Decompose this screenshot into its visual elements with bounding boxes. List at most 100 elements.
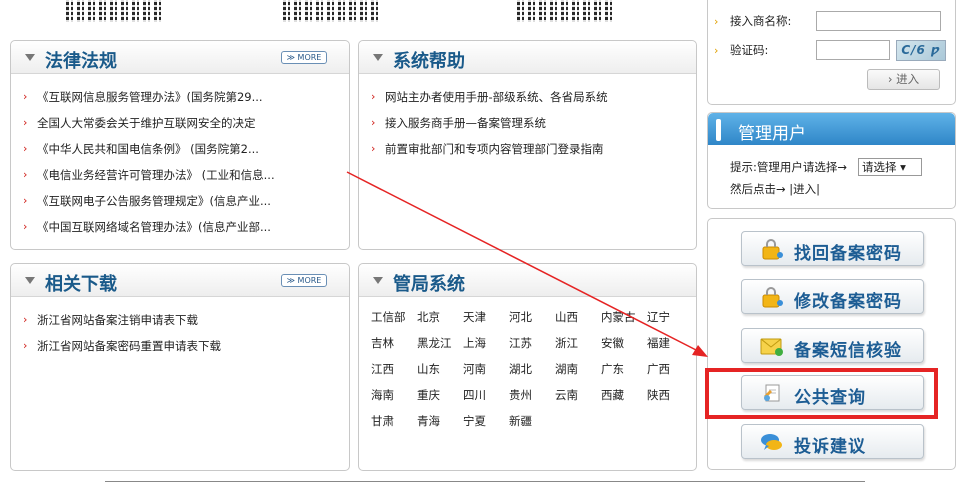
bullet-arrow-icon: ›: [371, 116, 376, 129]
collapse-triangle-icon: [25, 277, 35, 284]
highlight-box: [705, 368, 938, 419]
panel-header: 管局系统: [359, 264, 696, 297]
bureau-city-link[interactable]: 西藏: [601, 386, 647, 405]
list-item[interactable]: › 浙江省网站备案注销申请表下载: [23, 307, 349, 333]
sms-verify-button[interactable]: 备案短信核验: [741, 328, 924, 363]
service-buttons-box: 找回备案密码 修改备案密码 备案短信核验 公共查询 投诉建议: [707, 218, 956, 470]
button-label: 找回备案密码: [794, 244, 902, 264]
bureau-city-link[interactable]: 浙江: [555, 334, 601, 353]
bureau-city-link[interactable]: 河北: [509, 308, 555, 327]
list-item[interactable]: › 网站主办者使用手册-部级系统、各省局系统: [371, 84, 696, 110]
panel-header: 相关下载 ≫ MORE: [11, 264, 349, 297]
panel-header: 系统帮助: [359, 41, 696, 74]
captcha-input[interactable]: [816, 40, 890, 60]
bureau-city-link[interactable]: 安徽: [601, 334, 647, 353]
bureau-city-link[interactable]: 湖北: [509, 360, 555, 379]
bullet-arrow-icon: ›: [23, 194, 28, 207]
bureau-city-link[interactable]: 甘肃: [371, 412, 417, 431]
complaint-button[interactable]: 投诉建议: [741, 424, 924, 459]
list-item[interactable]: › 全国人大常委会关于维护互联网安全的决定: [23, 110, 349, 136]
bullet-arrow-icon: ›: [23, 116, 28, 129]
bureau-city-link[interactable]: 四川: [463, 386, 509, 405]
list-item[interactable]: › 《电信业务经营许可管理办法》 (工业和信息...: [23, 162, 349, 188]
bureau-city-link[interactable]: 陕西: [647, 386, 693, 405]
bureau-city-link[interactable]: 山西: [555, 308, 601, 327]
bureau-city-link[interactable]: 黑龙江: [417, 334, 463, 353]
admin-type-select[interactable]: 请选择 ▾: [858, 158, 922, 176]
bullet-arrow-icon: ›: [23, 220, 28, 233]
law-link[interactable]: 《互联网信息服务管理办法》(国务院第29...: [37, 90, 263, 104]
bureau-city-link[interactable]: 工信部: [371, 308, 417, 327]
bureau-city-link[interactable]: 天津: [463, 308, 509, 327]
bureau-city-link[interactable]: 河南: [463, 360, 509, 379]
chat-icon: [761, 434, 782, 450]
bullet-arrow-icon: ›: [714, 43, 719, 57]
laws-panel: 法律法规 ≫ MORE › 《互联网信息服务管理办法》(国务院第29... › 全国…: [10, 40, 350, 250]
law-link[interactable]: 《互联网电子公告服务管理规定》(信息产业...: [37, 194, 271, 208]
enter-button[interactable]: › 进入: [867, 69, 940, 90]
help-link[interactable]: 接入服务商手册—备案管理系统: [385, 116, 546, 130]
law-link[interactable]: 《中国互联网络域名管理办法》(信息产业部...: [37, 220, 271, 234]
bureau-city-link[interactable]: 广东: [601, 360, 647, 379]
bureau-city-link[interactable]: 辽宁: [647, 308, 693, 327]
admin-header: 管理用户: [708, 113, 955, 145]
law-link[interactable]: 《中华人民共和国电信条例》 (国务院第2...: [37, 142, 259, 156]
download-link[interactable]: 浙江省网站备案注销申请表下载: [37, 313, 198, 327]
bullet-arrow-icon: ›: [23, 339, 28, 352]
bureau-city-link[interactable]: 吉林: [371, 334, 417, 353]
list-item[interactable]: › 接入服务商手册—备案管理系统: [371, 110, 696, 136]
help-panel: 系统帮助 › 网站主办者使用手册-部级系统、各省局系统 › 接入服务商手册—备案管理…: [358, 40, 697, 250]
captcha-label: 验证码:: [730, 43, 769, 57]
change-password-button[interactable]: 修改备案密码: [741, 279, 924, 314]
bullet-arrow-icon: ›: [23, 168, 28, 181]
bureau-city-link[interactable]: 海南: [371, 386, 417, 405]
law-link[interactable]: 全国人大常委会关于维护互联网安全的决定: [37, 116, 256, 130]
bureau-city-link[interactable]: 广西: [647, 360, 693, 379]
isp-name-input[interactable]: [816, 11, 941, 31]
list-item[interactable]: › 前置审批部门和专项内容管理部门登录指南: [371, 136, 696, 162]
qr-code-icon: [517, 0, 613, 22]
captcha-image[interactable]: C/6 ƿ: [896, 39, 946, 61]
bureau-city-link[interactable]: 重庆: [417, 386, 463, 405]
bureau-city-link[interactable]: 新疆: [509, 412, 555, 431]
bureau-city-link[interactable]: 江西: [371, 360, 417, 379]
bureau-city-link[interactable]: 宁夏: [463, 412, 509, 431]
isp-login-box: › 接入商名称: › 验证码: C/6 ƿ › 进入: [707, 0, 956, 105]
lock-icon: [762, 239, 783, 260]
button-label: 备案短信核验: [794, 341, 902, 361]
bureau-city-link[interactable]: 上海: [463, 334, 509, 353]
bureau-city-link[interactable]: 江苏: [509, 334, 555, 353]
bureau-city-link[interactable]: 山东: [417, 360, 463, 379]
header-bar-icon: [716, 119, 721, 141]
help-link[interactable]: 前置审批部门和专项内容管理部门登录指南: [385, 142, 604, 156]
list-item[interactable]: › 《中华人民共和国电信条例》 (国务院第2...: [23, 136, 349, 162]
bureau-city-link[interactable]: 贵州: [509, 386, 555, 405]
list-item[interactable]: › 《互联网电子公告服务管理规定》(信息产业...: [23, 188, 349, 214]
download-link[interactable]: 浙江省网站备案密码重置申请表下载: [37, 339, 221, 353]
bureau-city-link[interactable]: 北京: [417, 308, 463, 327]
downloads-panel: 相关下载 ≫ MORE › 浙江省网站备案注销申请表下载 › 浙江省网站备案密码重置…: [10, 263, 350, 471]
bureau-city-grid: 工信部 北京 天津 河北 山西 内蒙古 辽宁吉林 黑龙江 上海 江苏 浙江 安徽 福建江西 山东 河南 湖北湖…: [371, 308, 693, 431]
bureau-city-link[interactable]: 湖南: [555, 360, 601, 379]
bullet-arrow-icon: ›: [23, 90, 28, 103]
help-link[interactable]: 网站主办者使用手册-部级系统、各省局系统: [385, 90, 608, 104]
list-item[interactable]: › 浙江省网站备案密码重置申请表下载: [23, 333, 349, 359]
bureau-city-link[interactable]: 青海: [417, 412, 463, 431]
list-item[interactable]: › 《互联网信息服务管理办法》(国务院第29...: [23, 84, 349, 110]
panel-title: 相关下载: [45, 274, 117, 295]
more-button[interactable]: ≫ MORE: [281, 274, 327, 287]
panel-header: 法律法规 ≫ MORE: [11, 41, 349, 74]
list-item[interactable]: › 《中国互联网络域名管理办法》(信息产业部...: [23, 214, 349, 240]
more-button[interactable]: ≫ MORE: [281, 51, 327, 64]
sms-icon: [760, 338, 783, 356]
law-link[interactable]: 《电信业务经营许可管理办法》 (工业和信息...: [37, 168, 275, 182]
bureau-city-link[interactable]: 云南: [555, 386, 601, 405]
bureau-city-link[interactable]: 内蒙古: [601, 308, 647, 327]
recover-password-button[interactable]: 找回备案密码: [741, 231, 924, 266]
panel-title: 法律法规: [45, 51, 117, 72]
qr-code-icon: [283, 0, 379, 22]
panel-title: 管局系统: [393, 274, 465, 295]
bureau-city-link[interactable]: 福建: [647, 334, 693, 353]
bullet-arrow-icon: ›: [371, 90, 376, 103]
button-label: 修改备案密码: [794, 292, 902, 312]
